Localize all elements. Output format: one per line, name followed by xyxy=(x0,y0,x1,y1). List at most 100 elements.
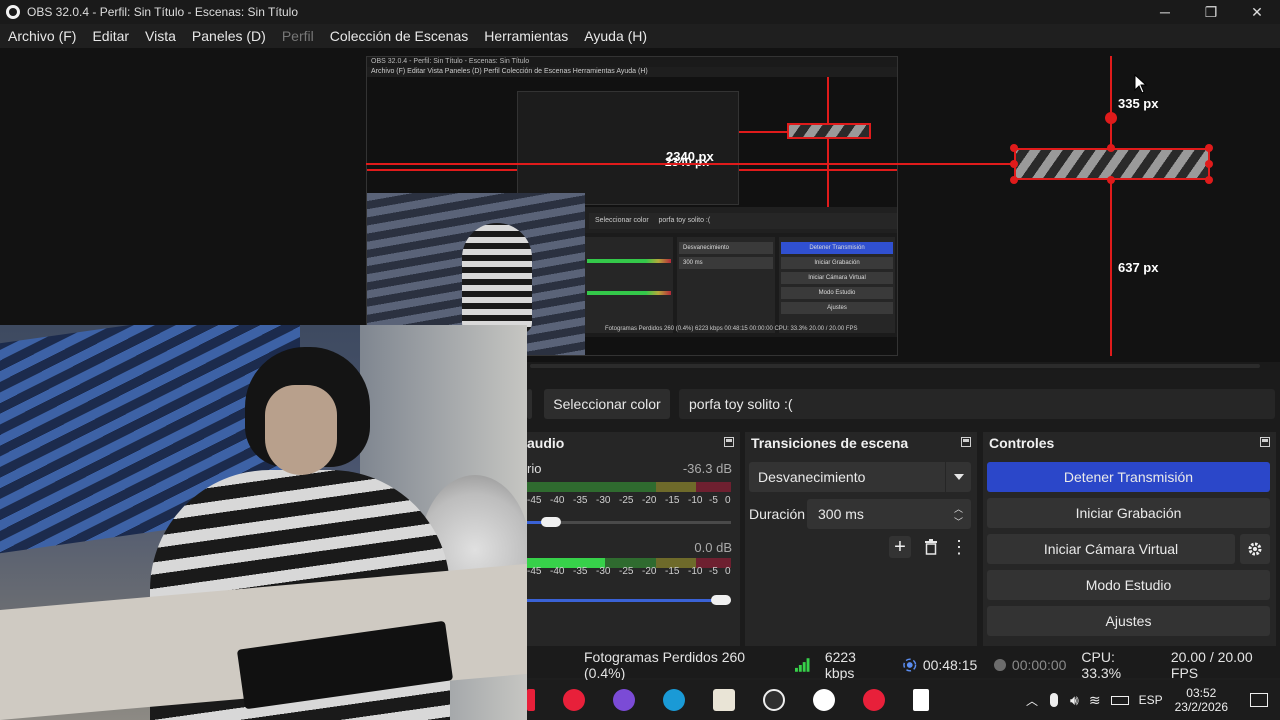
scale-tick: -10 xyxy=(688,495,703,506)
scale-tick: -35 xyxy=(573,495,588,506)
virtual-camera-settings-button[interactable] xyxy=(1240,534,1270,564)
more-options-icon[interactable]: ⋮ xyxy=(950,536,968,558)
nested-controls-panel: Detener Transmisión Iniciar Grabación In… xyxy=(779,237,895,333)
taskbar-app-icon[interactable] xyxy=(713,689,735,711)
scale-tick: -20 xyxy=(642,566,657,577)
add-icon[interactable]: + xyxy=(889,536,911,558)
meter-green-zone xyxy=(527,482,657,492)
resize-handle[interactable] xyxy=(1010,176,1018,184)
taskbar-app-icon[interactable] xyxy=(563,689,585,711)
taskbar-app-icon[interactable] xyxy=(613,689,635,711)
menu-archivo[interactable]: Archivo (F) xyxy=(8,28,76,44)
audio-mixer-title: audio xyxy=(527,435,565,451)
preview-canvas[interactable]: OBS 32.0.4 - Perfil: Sin Título - Escena… xyxy=(0,48,1280,368)
status-bar: Fotogramas Perdidos 260 (0.4%) 6223 kbps… xyxy=(527,649,1280,681)
chevron-down-icon[interactable]: ﹀ xyxy=(954,515,963,528)
nested-audio-meter xyxy=(587,259,671,263)
audio-track1-db: -36.3 dB xyxy=(682,461,732,476)
controls-title: Controles xyxy=(989,435,1055,451)
measure-label-left: 2340 px xyxy=(666,149,714,164)
taskbar-app-icon[interactable] xyxy=(813,689,835,711)
select-color-button[interactable]: Seleccionar color xyxy=(544,389,670,419)
streaming-icon xyxy=(903,658,917,672)
battery-icon[interactable] xyxy=(1110,695,1129,705)
menu-coleccion-escenas[interactable]: Colección de Escenas xyxy=(330,28,469,44)
start-virtual-camera-button[interactable]: Iniciar Cámara Virtual xyxy=(987,534,1235,564)
resize-handle[interactable] xyxy=(1107,144,1115,152)
gear-icon xyxy=(1248,542,1262,556)
resize-handle[interactable] xyxy=(1010,160,1018,168)
nested-settings: Ajustes xyxy=(781,302,893,314)
settings-button[interactable]: Ajustes xyxy=(987,606,1270,636)
taskbar-app-icon[interactable] xyxy=(863,689,885,711)
system-tray: ︿ 🔊︎ ≋ ESP 03:52 23/2/2026 xyxy=(1026,680,1280,720)
float-panel-icon[interactable] xyxy=(1260,437,1270,447)
source-toolbar: Seleccionar color porfa toy solito :( xyxy=(527,388,1280,420)
stop-streaming-button[interactable]: Detener Transmisión xyxy=(987,462,1270,492)
resize-handle[interactable] xyxy=(1205,144,1213,152)
menu-vista[interactable]: Vista xyxy=(145,28,176,44)
nested-stop-stream: Detener Transmisión xyxy=(781,242,893,254)
resize-handle[interactable] xyxy=(1205,160,1213,168)
window-title: OBS 32.0.4 - Perfil: Sin Título - Escena… xyxy=(27,5,299,19)
float-panel-icon[interactable] xyxy=(961,437,971,447)
nested-start-recording: Iniciar Grabación xyxy=(781,257,893,269)
notepad-icon[interactable] xyxy=(913,689,929,711)
scale-tick: -30 xyxy=(596,495,611,506)
chevron-up-icon[interactable]: ︿ xyxy=(954,502,963,515)
notification-icon[interactable] xyxy=(1250,693,1268,707)
mouse-cursor-icon xyxy=(1134,74,1148,94)
float-panel-icon[interactable] xyxy=(724,437,734,447)
menu-herramientas[interactable]: Herramientas xyxy=(484,28,568,44)
obs-taskbar-icon[interactable] xyxy=(763,689,785,711)
scale-tick: -45 xyxy=(527,566,542,577)
nested-hatch-source xyxy=(787,123,871,139)
scale-tick: -40 xyxy=(550,495,565,506)
nested-title: OBS 32.0.4 - Perfil: Sin Título - Escena… xyxy=(367,57,897,67)
nested-source-bar: Seleccionar color porfa toy solito :( xyxy=(589,213,897,229)
resize-handle[interactable] xyxy=(1010,144,1018,152)
microphone-icon[interactable] xyxy=(1050,693,1059,707)
measure-label-bottom: 637 px xyxy=(1118,260,1159,275)
trash-icon[interactable] xyxy=(921,536,941,558)
scale-tick: -15 xyxy=(665,495,680,506)
audio-mixer-header: audio xyxy=(527,432,740,454)
chevron-down-icon[interactable] xyxy=(945,462,971,492)
speaker-icon[interactable]: 🔊︎ xyxy=(1070,692,1079,709)
language-indicator[interactable]: ESP xyxy=(1139,693,1163,707)
menu-bar: Archivo (F) Editar Vista Paneles (D) Per… xyxy=(0,24,1280,48)
studio-mode-button[interactable]: Modo Estudio xyxy=(987,570,1270,600)
maximize-button[interactable]: ❐ xyxy=(1188,0,1234,24)
webcam-overlay xyxy=(0,325,527,720)
nested-obs-capture[interactable]: OBS 32.0.4 - Perfil: Sin Título - Escena… xyxy=(366,56,898,356)
resize-handle[interactable] xyxy=(1107,176,1115,184)
scale-tick: 0 xyxy=(725,566,731,577)
menu-editar[interactable]: Editar xyxy=(92,28,129,44)
audio-track1-meter xyxy=(527,482,732,492)
menu-ayuda[interactable]: Ayuda (H) xyxy=(584,28,647,44)
minimize-button[interactable]: ─ xyxy=(1142,0,1188,24)
fps-counter: 20.00 / 20.00 FPS xyxy=(1170,649,1253,681)
duration-label: Duración xyxy=(749,506,806,522)
close-button[interactable]: ✕ xyxy=(1234,0,1280,24)
clock[interactable]: 03:52 23/2/2026 xyxy=(1175,686,1228,714)
audio-track2-volume-slider[interactable] xyxy=(527,595,731,605)
nested-duration: 300 ms xyxy=(679,257,773,269)
text-source-input[interactable]: porfa toy solito :( xyxy=(679,389,1275,419)
meter-red-zone xyxy=(695,482,732,492)
audio-track1-scale: -45 -40 -35 -30 -25 -20 -15 -10 -5 0 xyxy=(527,495,737,507)
slider-knob[interactable] xyxy=(541,517,562,527)
chevron-up-icon[interactable]: ︿ xyxy=(1026,692,1038,709)
slider-knob[interactable] xyxy=(710,595,731,605)
edge-icon[interactable] xyxy=(663,689,685,711)
taskbar-app-icon[interactable] xyxy=(527,689,535,711)
duration-spinbox[interactable]: 300 ms ︿ ﹀ xyxy=(807,499,971,529)
resize-handle[interactable] xyxy=(1205,176,1213,184)
wifi-icon[interactable]: ≋ xyxy=(1089,692,1101,709)
menu-paneles[interactable]: Paneles (D) xyxy=(192,28,266,44)
audio-track1-volume-slider[interactable] xyxy=(527,517,731,527)
scale-tick: -25 xyxy=(619,495,634,506)
start-recording-button[interactable]: Iniciar Grabación xyxy=(987,498,1270,528)
transition-select[interactable]: Desvanecimiento xyxy=(749,462,971,492)
scale-tick: -45 xyxy=(527,495,542,506)
